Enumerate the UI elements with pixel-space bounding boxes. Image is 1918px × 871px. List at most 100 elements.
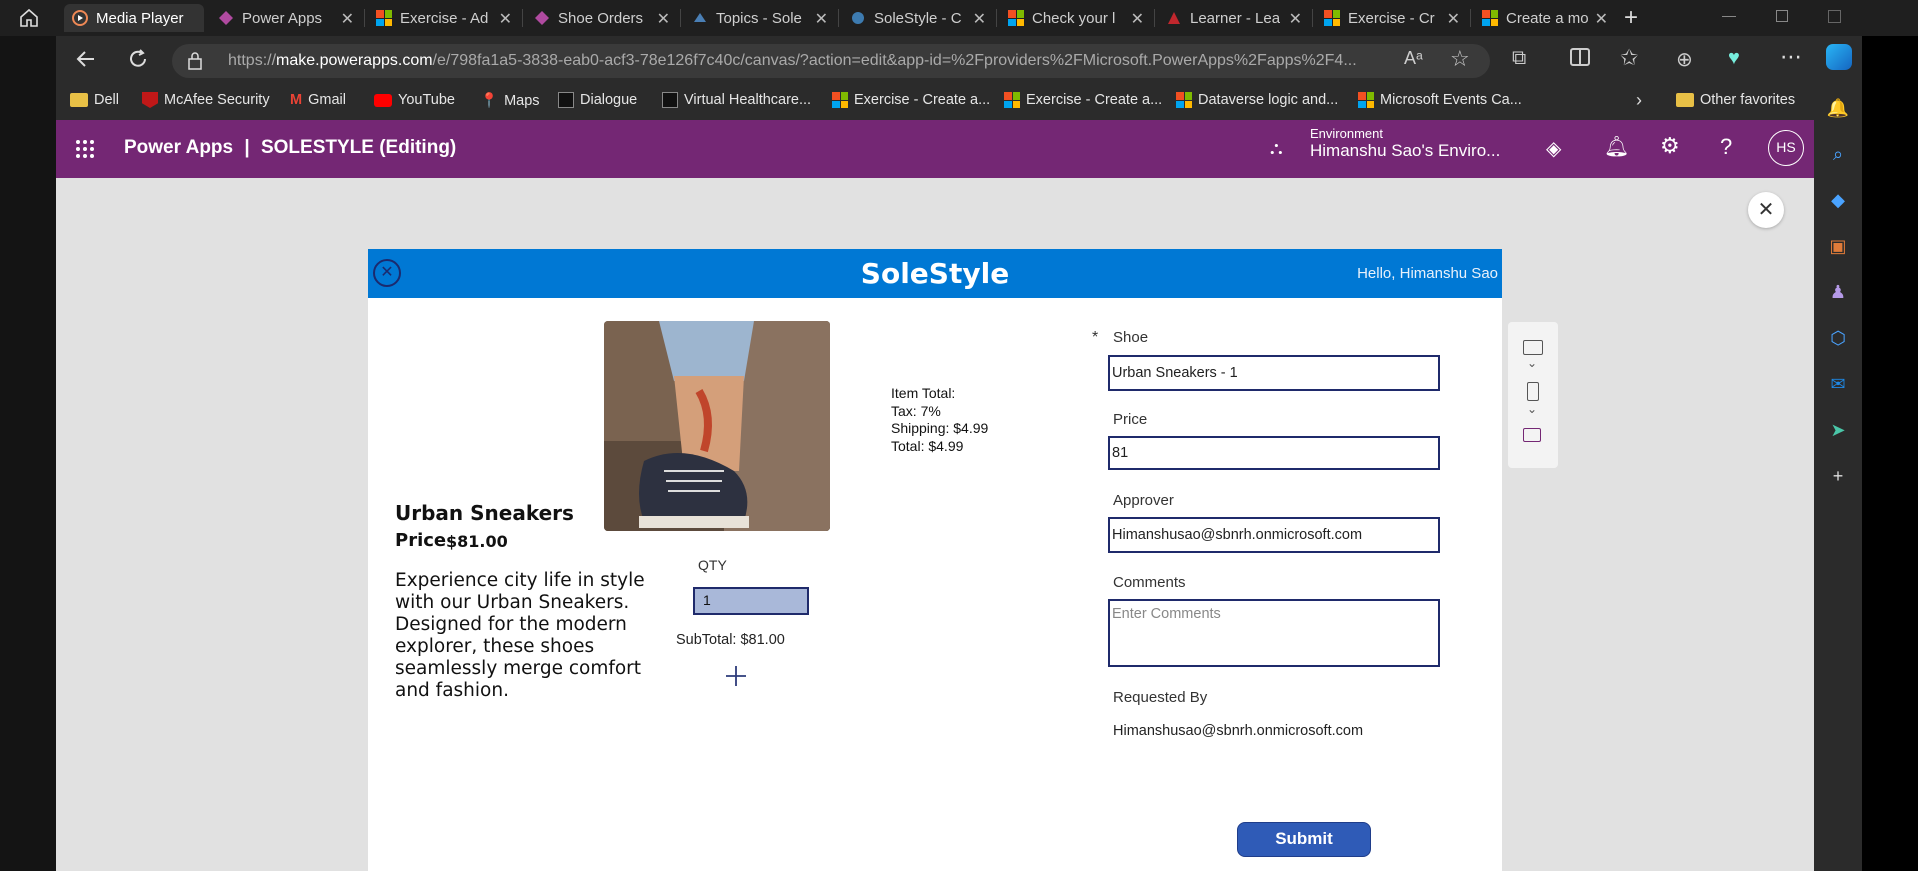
lock-icon[interactable] [188,52,202,70]
new-tab-icon[interactable]: + [1624,4,1638,32]
required-asterisk: * [1092,329,1099,346]
bookmark-gmail[interactable]: M Gmail [290,92,346,108]
chevron-right-icon[interactable]: › [1636,90,1642,111]
order-summary: Item Total: Tax: 7% Shipping: $4.99 Tota… [891,385,988,455]
settings-gear-icon[interactable]: ⚙ [1660,133,1680,159]
gmail-icon: M [290,92,303,108]
add-icon[interactable]: + [1826,464,1850,488]
outlook-icon[interactable]: ✉ [1826,372,1850,396]
close-tab-icon[interactable]: ✕ [1595,9,1608,29]
bookmark-youtube[interactable]: YouTube [374,92,455,108]
microsoft-icon [832,92,848,108]
chevron-down-icon[interactable]: ⌄ [1527,356,1537,370]
tools-icon[interactable]: ▣ [1826,234,1850,258]
address-bar[interactable]: https://make.powerapps.com/e/798fa1a5-38… [172,44,1490,78]
favorites-icon[interactable]: ✩ [1620,45,1638,71]
close-preview-button[interactable]: ✕ [1748,192,1784,228]
chevron-down-icon[interactable]: ⌄ [1527,402,1537,416]
tab-exercise-cr[interactable]: Exercise - Cr ✕ [1316,4,1466,32]
bookmark-microsoft-events[interactable]: Microsoft Events Ca... [1358,92,1522,108]
close-tab-icon[interactable]: ✕ [341,9,354,29]
read-aloud-icon[interactable]: A͏ᵃ [1404,48,1423,69]
submit-button[interactable]: Submit [1237,822,1371,857]
favorite-star-icon[interactable]: ☆ [1450,46,1470,72]
search-icon[interactable]: ⌕ [1826,142,1850,166]
bookmark-dell[interactable]: Dell [70,92,119,108]
close-tab-icon[interactable]: ✕ [657,9,670,29]
form-layout-icon[interactable] [1523,428,1541,442]
close-tab-icon[interactable]: ✕ [973,9,986,29]
notification-bell-icon[interactable]: 🔔︎ [1604,134,1629,159]
send-icon[interactable]: ➤ [1826,418,1850,442]
edge-sidebar: 🔔 ⌕ ◆ ▣ ♟ ⬡ ✉ ➤ + [1814,84,1862,871]
refresh-icon[interactable] [126,47,150,76]
price-field[interactable]: 81 [1108,436,1440,470]
tab-actions-icon[interactable] [1828,10,1841,23]
tab-learner[interactable]: Learner - Lea ✕ [1158,4,1308,32]
close-tab-icon[interactable]: ✕ [1131,9,1144,29]
help-icon[interactable]: ? [1720,134,1732,160]
tablet-icon[interactable] [1523,340,1543,355]
copilot-icon[interactable] [1826,44,1852,70]
bell-icon[interactable]: 🔔 [1826,96,1850,120]
close-tab-icon[interactable]: ✕ [499,9,512,29]
shoe-field[interactable]: Urban Sneakers - 1 [1108,355,1440,391]
home-icon[interactable] [18,7,40,29]
collections-icon[interactable]: ⊕ [1676,47,1693,72]
comments-field[interactable]: Enter Comments [1108,599,1440,667]
avatar[interactable]: HS [1768,130,1804,166]
tab-shoe-orders[interactable]: Shoe Orders ✕ [526,4,676,32]
youtube-icon [374,93,392,107]
tab-solestyle[interactable]: SoleStyle - C ✕ [842,4,992,32]
tab-check-your[interactable]: Check your l ✕ [1000,4,1150,32]
add-item-icon[interactable] [725,665,747,692]
preview-device-toolbar: ⌄ ⌄ [1508,322,1558,468]
browser-essentials-icon[interactable]: ♥ [1728,47,1740,70]
comments-label: Comments [1113,574,1186,591]
bookmark-dataverse[interactable]: Dataverse logic and... [1176,92,1338,108]
approver-field[interactable]: Himanshusao@sbnrh.onmicrosoft.com [1108,517,1440,553]
environment-picker[interactable]: Environment Himanshu Sao's Enviro... [1310,126,1500,161]
tab-media-player[interactable]: Media Player [64,4,204,32]
approver-label: Approver [1113,492,1174,509]
left-dark-strip [0,36,56,871]
back-icon[interactable] [74,47,98,76]
games-icon[interactable]: ♟ [1826,280,1850,304]
item-total-text: Item Total: [891,385,956,401]
bookmark-other-favorites[interactable]: Other favorites [1676,92,1795,108]
tab-exercise-ad[interactable]: Exercise - Ad ✕ [368,4,518,32]
shopping-tag-icon[interactable]: ◆ [1826,188,1850,212]
close-tab-icon[interactable]: ✕ [815,9,828,29]
close-tab-icon[interactable]: ✕ [1447,9,1460,29]
tab-power-apps[interactable]: Power Apps ✕ [210,4,360,32]
product-description: Experience city life in style with our U… [395,570,645,701]
microsoft-icon [1324,10,1340,26]
folder-icon [1676,93,1694,107]
split-screen-icon[interactable] [1570,48,1590,66]
bookmark-dialogue[interactable]: Dialogue [558,92,637,108]
subtotal-text: SubTotal: $81.00 [676,632,785,648]
bookmark-exercise-create-2[interactable]: Exercise - Create a... [1004,92,1162,108]
restore-icon[interactable] [1776,10,1788,22]
bookmark-virtual-healthcare[interactable]: Virtual Healthcare... [662,92,811,108]
tab-topics-sole[interactable]: Topics - Sole ✕ [684,4,834,32]
media-player-icon [72,10,88,26]
powerapps-title: Power Apps | SOLESTYLE (Editing) [124,137,457,158]
minimize-icon[interactable] [1722,16,1736,17]
tax-text: Tax: 7% [891,402,941,419]
bookmark-exercise-create-1[interactable]: Exercise - Create a... [832,92,990,108]
copilot-studio-icon [850,10,866,26]
tab-create-a-mo[interactable]: Create a mo ✕ [1474,4,1614,32]
environment-icon[interactable]: ⛬ [1270,138,1283,159]
qty-input[interactable]: 1 [693,587,809,615]
bookmark-maps[interactable]: 📍 Maps [480,92,540,110]
extensions-icon[interactable]: ⧉ [1512,47,1526,70]
more-options-icon[interactable]: ⋯ [1780,44,1802,70]
m365-icon[interactable]: ⬡ [1826,326,1850,350]
bookmark-mcafee[interactable]: McAfee Security [142,92,270,108]
phone-icon[interactable] [1527,382,1539,401]
close-tab-icon[interactable]: ✕ [1289,9,1302,29]
copilot-sparkle-icon[interactable]: ◈ [1546,136,1561,161]
learner-icon [1166,10,1182,26]
app-launcher-icon[interactable] [76,140,94,158]
